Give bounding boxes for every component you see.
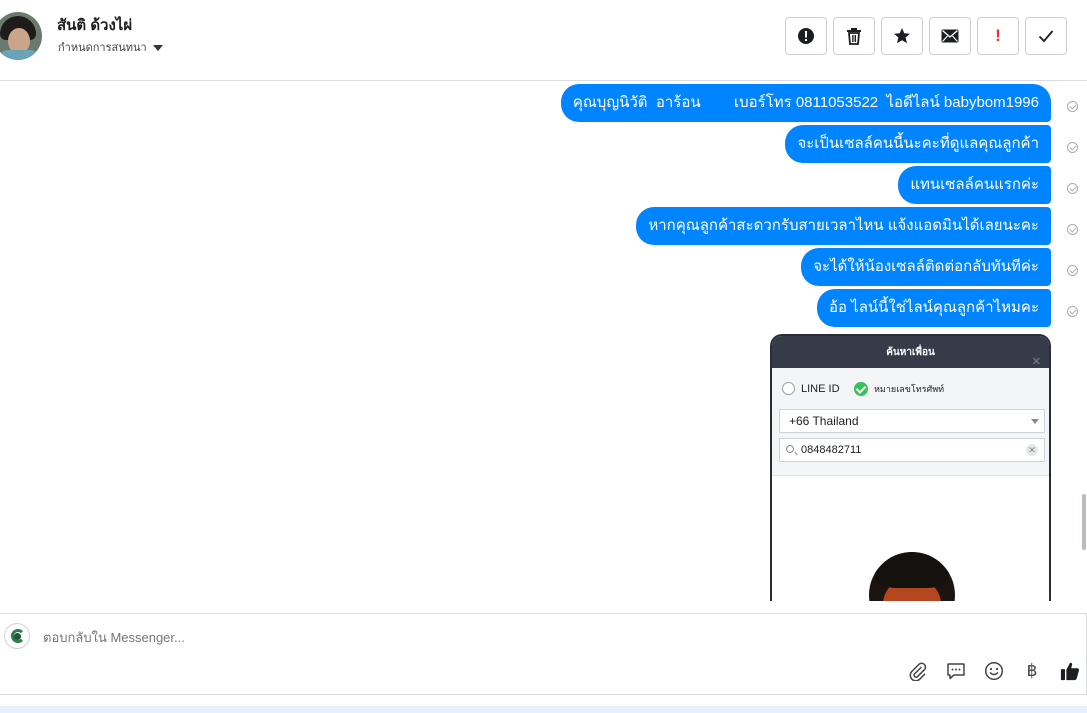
exclamation-icon: ! (995, 26, 1001, 45)
checkmark-icon (1038, 30, 1054, 43)
spam-button[interactable] (785, 17, 827, 55)
contact-avatar[interactable] (0, 12, 42, 60)
message-bubble[interactable]: จะเป็นเซลล์คนนี้นะคะที่ดูแลคุณลูกค้า (785, 125, 1051, 163)
message-row: จะเป็นเซลล์คนนี้นะคะที่ดูแลคุณลูกค้า (785, 125, 1078, 163)
country-select: +66 Thailand (779, 409, 1045, 433)
like-button[interactable] (1060, 661, 1080, 681)
message-row: อ้อ ไลน์นี้ใช่ไลน์คุณลูกค้าไหมคะ (816, 289, 1078, 327)
phone-search-field: 0848482711 ✕ (779, 438, 1045, 462)
phone-query-value: 0848482711 (801, 444, 862, 456)
smiley-icon (984, 661, 1004, 681)
radio-unselected-icon (782, 382, 795, 395)
follow-up-button[interactable]: ! (977, 17, 1019, 55)
page-avatar (4, 623, 30, 649)
message-row: จะได้ให้น้องเซลล์ติดต่อกลับทันทีค่ะ (801, 248, 1078, 286)
delivered-check-icon (1067, 306, 1078, 317)
attachment-search-panel: LINE ID หมายเลขโทรศัพท์ +66 Thailand 084… (772, 368, 1049, 476)
composer-tools: ฿ (908, 661, 1080, 681)
message-row: คุณบุญนิวัติ อาร้อน เบอร์โทร 0811053522 … (560, 84, 1078, 122)
assign-conversation-dropdown[interactable]: กำหนดการสนทนา (58, 38, 163, 56)
clear-icon: ✕ (1026, 444, 1038, 456)
mark-done-button[interactable] (1025, 17, 1067, 55)
alert-circle-icon (798, 28, 814, 44)
find-friend-title: ค้นหาเพื่อน (886, 347, 935, 358)
phone-option-label: หมายเลขโทรศัพท์ (874, 384, 945, 394)
bottom-strip (0, 706, 1087, 713)
mark-unread-button[interactable] (929, 17, 971, 55)
delivered-check-icon (1067, 265, 1078, 276)
message-thread[interactable]: คุณบุญนิวัติ อาร้อน เบอร์โทร 0811053522 … (0, 82, 1087, 601)
envelope-icon (941, 29, 959, 43)
thread-scrollbar[interactable] (1082, 494, 1086, 550)
radio-selected-icon (854, 382, 868, 396)
image-attachment[interactable]: ค้นหาเพื่อน ✕ LINE ID หมายเลขโทรศัพท์ +6… (770, 334, 1051, 601)
message-row: หากคุณลูกค้าสะดวกรับสายเวลาไหน แจ้งแอดมิ… (636, 207, 1078, 245)
conversation-header: สันติ ด้วงไผ่ กำหนดการสนทนา ! (0, 0, 1087, 81)
search-icon (786, 445, 794, 453)
delivered-check-icon (1067, 183, 1078, 194)
delivered-check-icon (1067, 101, 1078, 112)
message-bubble[interactable]: อ้อ ไลน์นี้ใช่ไลน์คุณลูกค้าไหมคะ (816, 289, 1051, 327)
line-id-label: LINE ID (801, 382, 840, 395)
line-id-option: LINE ID (782, 382, 840, 395)
saved-replies-button[interactable] (946, 661, 966, 681)
message-row: แทนเซลล์คนแรกค่ะ (898, 166, 1078, 204)
trash-icon (847, 28, 861, 45)
message-bubble[interactable]: คุณบุญนิวัติ อาร้อน เบอร์โทร 0811053522 … (560, 84, 1051, 122)
thumbs-up-icon (1060, 662, 1080, 681)
delete-button[interactable] (833, 17, 875, 55)
messenger-conversation: สันติ ด้วงไผ่ กำหนดการสนทนา ! คุณบุญนิวั… (0, 0, 1087, 713)
payment-button[interactable]: ฿ (1022, 661, 1042, 681)
star-button[interactable] (881, 17, 923, 55)
delivered-check-icon (1067, 224, 1078, 235)
phone-option: หมายเลขโทรศัพท์ (854, 382, 944, 396)
reply-composer: ฿ (0, 613, 1087, 695)
conversation-actions: ! (785, 17, 1067, 55)
country-value: +66 Thailand (789, 414, 859, 428)
profile-photo (869, 552, 955, 601)
dropdown-arrow-icon (1031, 419, 1039, 424)
delivered-check-icon (1067, 142, 1078, 153)
attachment-title: ค้นหาเพื่อน ✕ (772, 336, 1049, 368)
star-icon (894, 28, 910, 44)
message-bubble[interactable]: แทนเซลล์คนแรกค่ะ (898, 166, 1051, 204)
reply-input[interactable] (43, 628, 843, 646)
attach-button[interactable] (908, 661, 928, 681)
baht-icon: ฿ (1026, 661, 1038, 681)
message-bubble[interactable]: หากคุณลูกค้าสะดวกรับสายเวลาไหน แจ้งแอดมิ… (636, 207, 1051, 245)
contact-name[interactable]: สันติ ด้วงไผ่ (57, 13, 132, 37)
caret-down-icon (152, 44, 163, 51)
assign-label: กำหนดการสนทนา (58, 42, 147, 54)
emoji-button[interactable] (984, 661, 1004, 681)
chat-bubble-icon (947, 663, 965, 680)
paperclip-icon (909, 662, 927, 681)
message-bubble[interactable]: จะได้ให้น้องเซลล์ติดต่อกลับทันทีค่ะ (801, 248, 1051, 286)
